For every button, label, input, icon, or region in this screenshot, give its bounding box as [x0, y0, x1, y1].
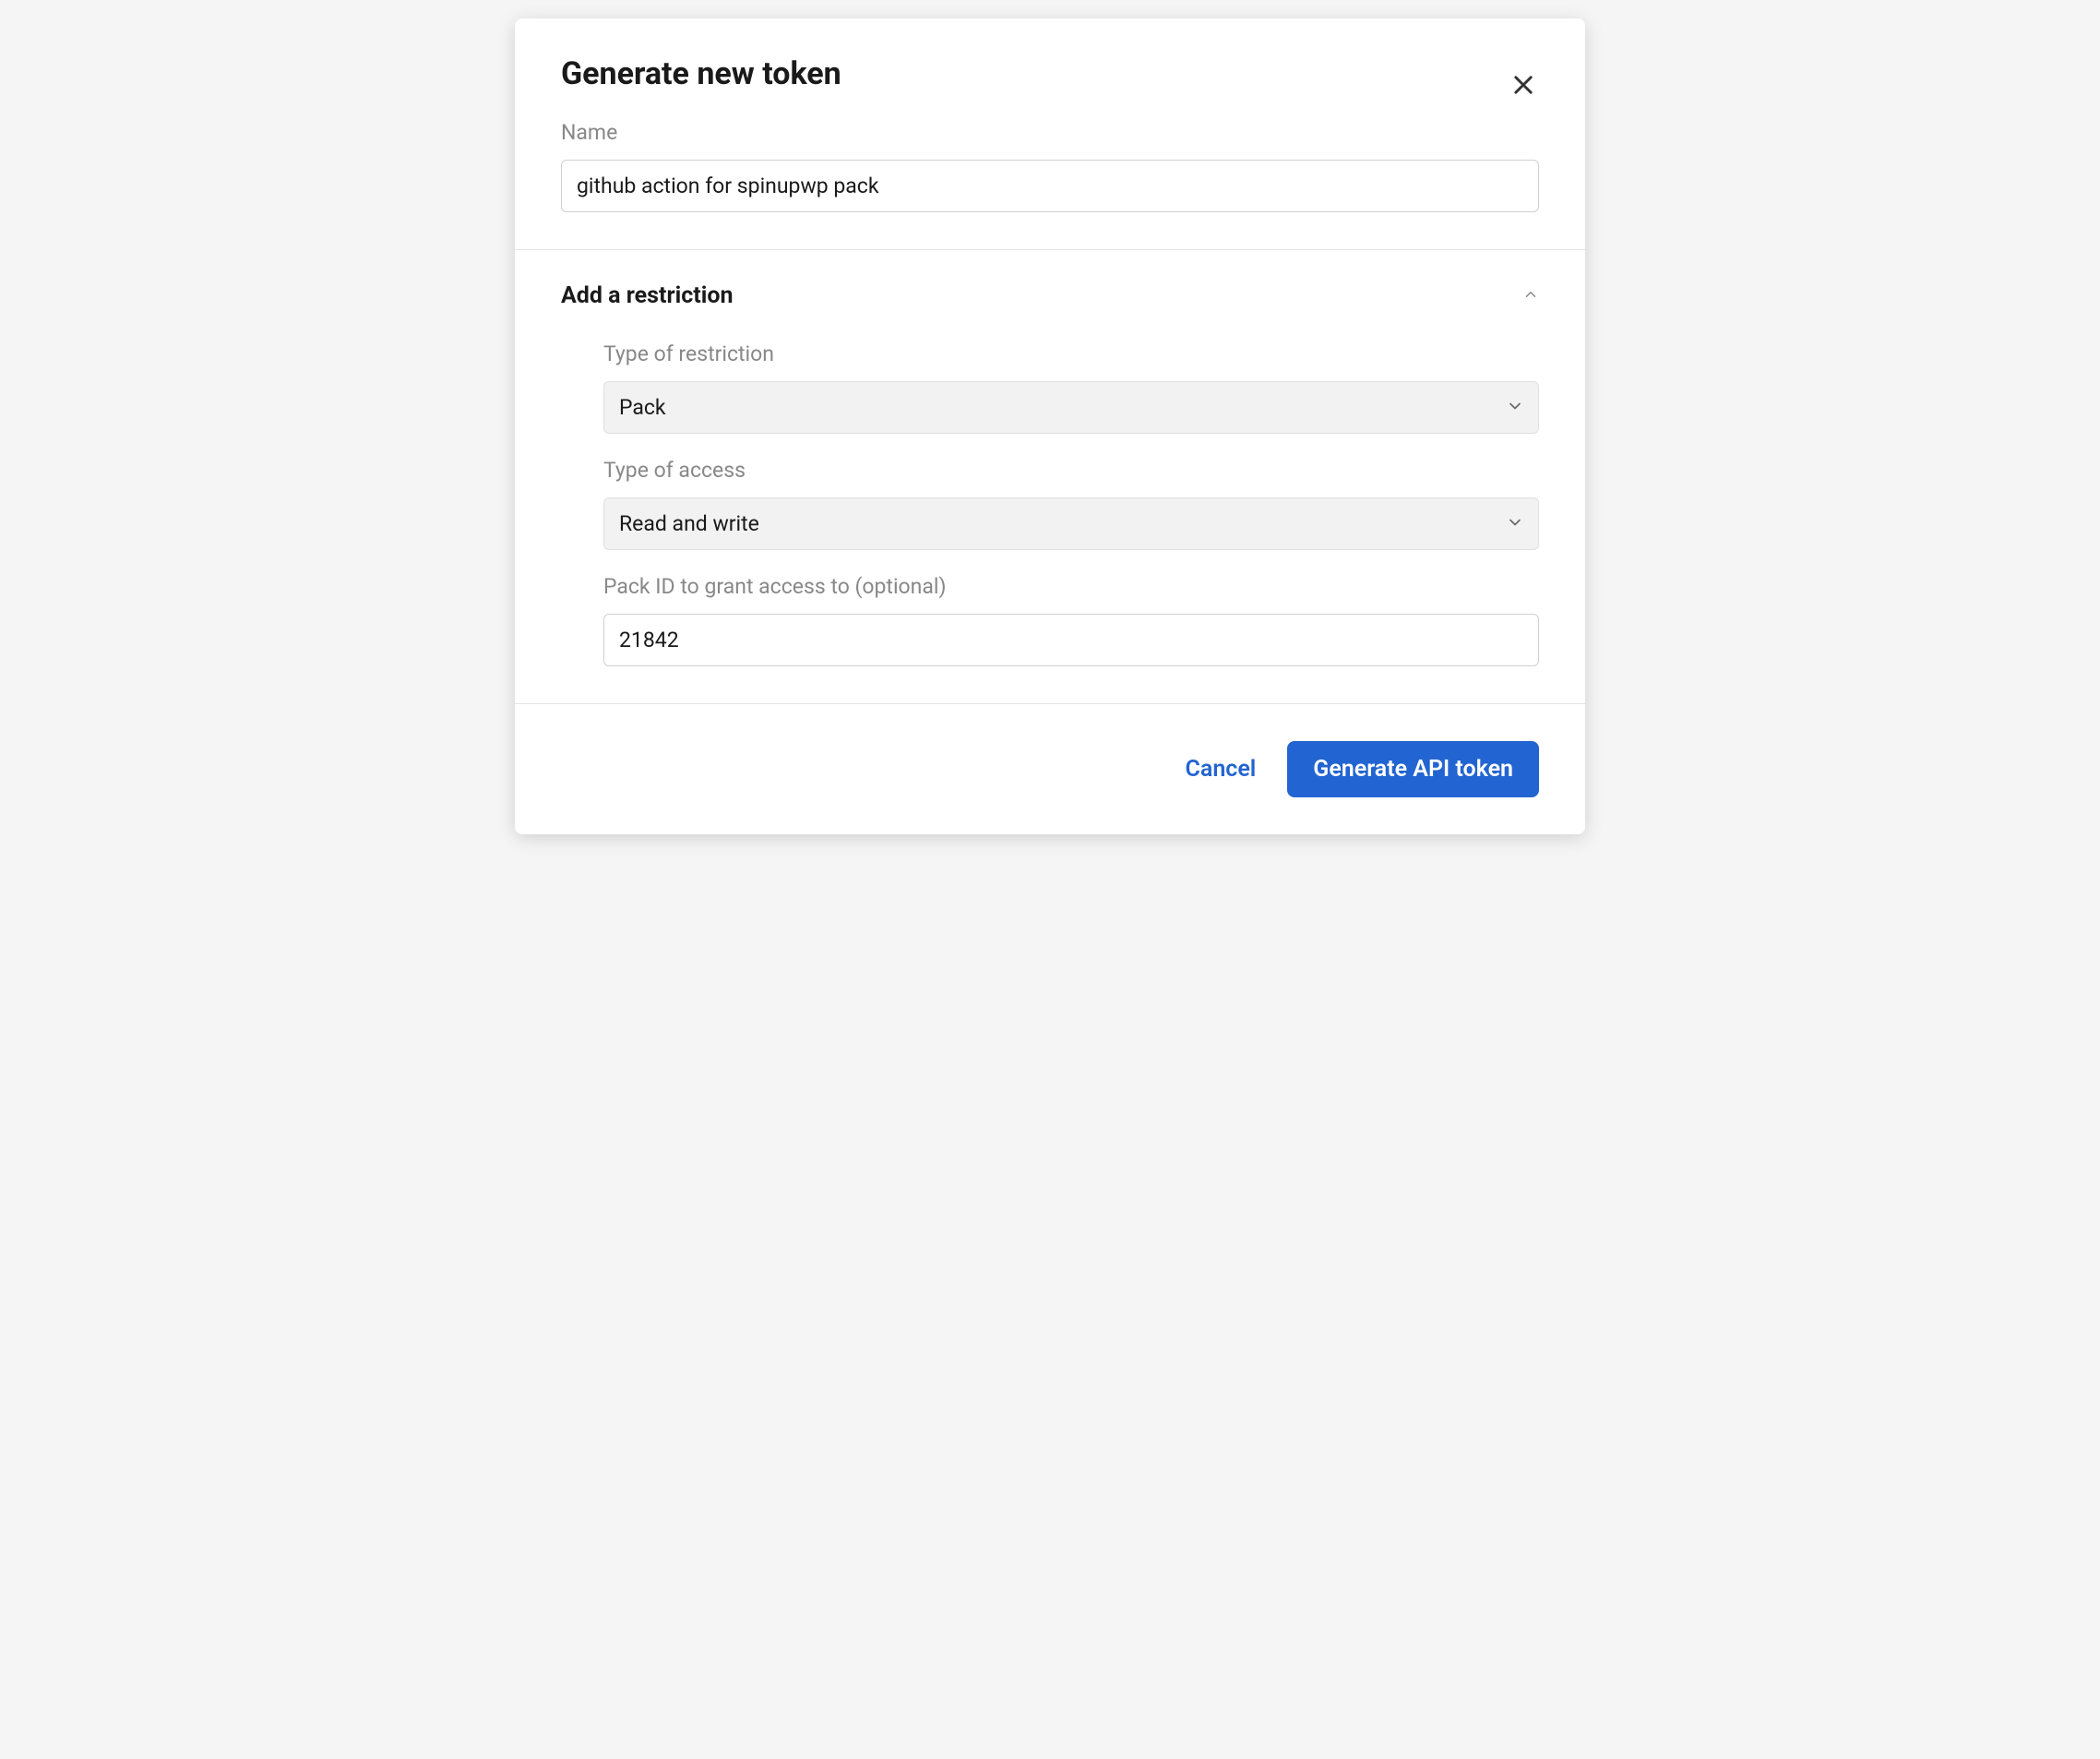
access-type-select-wrapper: Read and write — [603, 497, 1539, 550]
name-section: Name — [515, 120, 1585, 249]
close-button[interactable] — [1503, 65, 1544, 108]
pack-id-label: Pack ID to grant access to (optional) — [603, 574, 1539, 599]
generate-token-dialog: Generate new token Name Add a restrictio… — [515, 18, 1585, 834]
restriction-header[interactable]: Add a restriction — [561, 282, 1539, 309]
restriction-type-select-wrapper: Pack — [603, 381, 1539, 434]
name-label: Name — [561, 120, 1539, 145]
restriction-title: Add a restriction — [561, 282, 733, 309]
pack-id-input[interactable] — [603, 614, 1539, 666]
pack-id-field: Pack ID to grant access to (optional) — [603, 574, 1539, 666]
name-input[interactable] — [561, 160, 1539, 212]
cancel-button[interactable]: Cancel — [1182, 748, 1260, 790]
dialog-footer: Cancel Generate API token — [515, 704, 1585, 834]
access-type-label: Type of access — [603, 458, 1539, 483]
restriction-type-label: Type of restriction — [603, 341, 1539, 366]
access-type-select[interactable]: Read and write — [603, 497, 1539, 550]
access-type-field: Type of access Read and write — [603, 458, 1539, 550]
dialog-title: Generate new token — [561, 55, 1539, 92]
restriction-type-select[interactable]: Pack — [603, 381, 1539, 434]
close-icon — [1510, 72, 1536, 101]
restriction-fields: Type of restriction Pack Type of access — [561, 341, 1539, 666]
dialog-header: Generate new token — [515, 18, 1585, 120]
restriction-type-field: Type of restriction Pack — [603, 341, 1539, 434]
generate-token-button[interactable]: Generate API token — [1287, 741, 1539, 797]
restriction-section: Add a restriction Type of restriction Pa… — [515, 250, 1585, 703]
chevron-up-icon — [1522, 286, 1539, 306]
